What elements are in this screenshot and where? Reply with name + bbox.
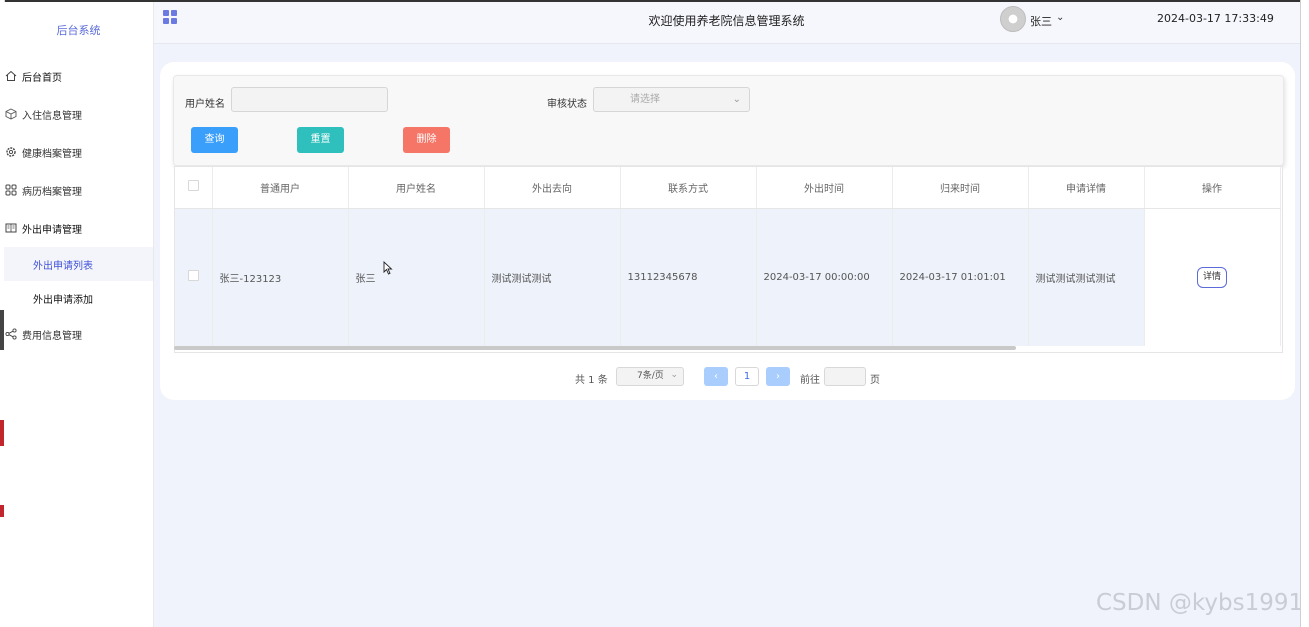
page-suffix: 页 xyxy=(870,375,880,386)
page-size-value: 7条/页 xyxy=(637,371,664,381)
chevron-down-icon: ⌄ xyxy=(732,94,741,105)
share-icon xyxy=(5,328,17,340)
sidebar-item-checkin[interactable]: 入住信息管理 xyxy=(4,97,153,131)
cube-icon xyxy=(5,108,17,120)
app-window: 后台系统 后台首页 入住信息管理 健康档案管理 病历档案管理 外出申请管理 外出… xyxy=(0,0,1309,627)
row-checkbox-cell[interactable] xyxy=(175,208,213,346)
sidebar-item-outing-add[interactable]: 外出申请添加 xyxy=(4,281,153,315)
select-all-checkbox-cell[interactable] xyxy=(175,167,213,209)
select-all-checkbox[interactable] xyxy=(187,180,199,192)
prev-page-button[interactable]: ‹ xyxy=(704,367,728,386)
row-checkbox[interactable] xyxy=(187,270,199,282)
page-title: 欢迎使用养老院信息管理系统 xyxy=(648,14,805,28)
horizontal-scrollbar[interactable] xyxy=(174,346,1016,350)
column-header[interactable]: 普通用户 xyxy=(212,167,349,209)
current-datetime: 2024-03-17 17:33:49 xyxy=(1157,12,1274,25)
sidebar-brand: 后台系统 xyxy=(56,24,101,37)
column-header: 操作 xyxy=(1144,167,1281,209)
sidebar: 后台系统 后台首页 入住信息管理 健康档案管理 病历档案管理 外出申请管理 外出… xyxy=(4,2,154,627)
cell-detail: 测试测试测试测试 xyxy=(1028,208,1145,346)
home-icon xyxy=(5,70,17,82)
table-header-row: 普通用户 用户姓名 外出去向 联系方式 外出时间 归来时间 申请详情 操作 xyxy=(175,167,1281,209)
cell-contact: 13112345678 xyxy=(620,208,757,346)
column-header[interactable]: 归来时间 xyxy=(892,167,1029,209)
sidebar-item-home[interactable]: 后台首页 xyxy=(4,59,153,93)
sidebar-item-outing-list[interactable]: 外出申请列表 xyxy=(4,247,153,281)
window-right-edge xyxy=(1300,0,1309,627)
column-header[interactable]: 联系方式 xyxy=(620,167,757,209)
next-page-button[interactable]: › xyxy=(766,367,790,386)
username-label: 用户姓名 xyxy=(185,99,225,110)
chevron-down-icon[interactable]: ⌄ xyxy=(1056,12,1064,23)
table-row[interactable]: 张三-123123 张三 测试测试测试 13112345678 2024-03-… xyxy=(175,208,1281,346)
goto-label: 前往 xyxy=(800,375,820,386)
sidebar-item-label: 入住信息管理 xyxy=(22,110,82,122)
gear-icon xyxy=(5,146,17,158)
book-icon xyxy=(5,222,17,234)
sidebar-item-label: 后台首页 xyxy=(22,72,62,84)
pager-total: 共 1 条 xyxy=(575,375,608,386)
column-header[interactable]: 外出去向 xyxy=(484,167,621,209)
sidebar-item-fees[interactable]: 费用信息管理 xyxy=(4,317,153,351)
detail-button[interactable]: 详情 xyxy=(1197,266,1227,288)
cell-action: 详情 xyxy=(1144,208,1281,346)
column-header[interactable]: 用户姓名 xyxy=(348,167,485,209)
sidebar-item-label: 费用信息管理 xyxy=(22,330,82,342)
sidebar-item-label: 外出申请列表 xyxy=(33,260,93,272)
page-size-select[interactable]: 7条/页 ⌄ xyxy=(616,367,684,386)
sidebar-item-label: 外出申请添加 xyxy=(33,294,93,306)
sidebar-item-medical[interactable]: 病历档案管理 xyxy=(4,173,153,207)
cell-user: 张三-123123 xyxy=(212,208,349,346)
status-select[interactable]: 请选择 ⌄ xyxy=(593,87,750,112)
status-label: 审核状态 xyxy=(547,99,587,110)
chevron-down-icon: ⌄ xyxy=(670,370,678,380)
cell-out-time: 2024-03-17 00:00:00 xyxy=(756,208,893,346)
grid-icon xyxy=(5,184,17,196)
data-table: 普通用户 用户姓名 外出去向 联系方式 外出时间 归来时间 申请详情 操作 张三… xyxy=(174,166,1283,353)
page-number-button[interactable]: 1 xyxy=(735,367,759,386)
reset-button[interactable]: 重置 xyxy=(297,127,344,153)
status-placeholder: 请选择 xyxy=(630,94,660,105)
username-input[interactable] xyxy=(231,87,388,112)
user-name[interactable]: 张三 xyxy=(1030,13,1052,29)
column-header[interactable]: 申请详情 xyxy=(1028,167,1145,209)
cell-return-time: 2024-03-17 01:01:01 xyxy=(892,208,1029,346)
delete-button[interactable]: 删除 xyxy=(403,127,450,153)
top-header: 欢迎使用养老院信息管理系统 张三 ⌄ 2024-03-17 17:33:49 xyxy=(154,2,1300,44)
sidebar-item-label: 外出申请管理 xyxy=(22,224,82,236)
cell-destination: 测试测试测试 xyxy=(484,208,621,346)
sidebar-item-label: 病历档案管理 xyxy=(22,186,82,198)
sidebar-item-outing[interactable]: 外出申请管理 xyxy=(4,211,153,245)
watermark: CSDN @kybs1991 xyxy=(1096,590,1304,616)
avatar[interactable] xyxy=(1000,6,1026,32)
cell-name: 张三 xyxy=(348,208,485,346)
goto-page-input[interactable] xyxy=(824,367,866,386)
query-button[interactable]: 查询 xyxy=(191,127,238,153)
sidebar-item-health[interactable]: 健康档案管理 xyxy=(4,135,153,169)
column-header[interactable]: 外出时间 xyxy=(756,167,893,209)
mouse-cursor-icon xyxy=(383,260,393,278)
sidebar-item-label: 健康档案管理 xyxy=(22,148,82,160)
menu-toggle-icon[interactable] xyxy=(163,10,178,25)
